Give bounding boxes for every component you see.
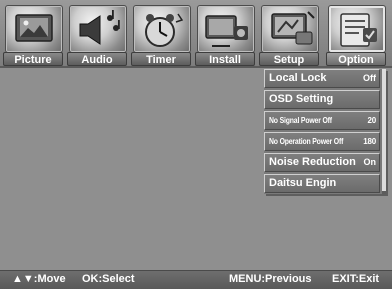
tab-audio[interactable]: Audio: [67, 5, 127, 66]
menu-item-daitsu-engin[interactable]: Daitsu Engin: [264, 174, 380, 193]
menu-item-no-signal-power-off[interactable]: No Signal Power Off 20: [264, 111, 380, 130]
hint-exit: EXIT:Exit: [332, 273, 380, 285]
menu-scrollbar[interactable]: [382, 69, 386, 194]
tv-osd-screen: Picture Audio Timer Install Setup Option…: [0, 0, 392, 289]
tab-label: Timer: [131, 52, 191, 66]
tab-label: Setup: [259, 52, 319, 66]
tab-option[interactable]: Option: [326, 5, 386, 66]
menu-item-value: Off: [363, 73, 376, 83]
scrollbar-thumb[interactable]: [382, 69, 386, 191]
menu-item-value: On: [363, 157, 377, 167]
hint-select: OK:Select: [82, 273, 135, 285]
menu-item-label: No Operation Power Off: [269, 137, 344, 146]
audio-icon: [69, 5, 127, 53]
option-icon: [328, 5, 386, 53]
tab-picture[interactable]: Picture: [3, 5, 63, 66]
tab-label: Picture: [3, 52, 63, 66]
main-menu-bar: Picture Audio Timer Install Setup Option: [0, 0, 392, 68]
hint-bar: ▲▼:Move OK:Select MENU:Previous EXIT:Exi…: [0, 270, 392, 289]
tab-timer[interactable]: Timer: [131, 5, 191, 66]
setup-icon: [261, 5, 319, 53]
tab-label: Install: [195, 52, 255, 66]
timer-icon: [133, 5, 191, 53]
hint-previous: MENU:Previous: [229, 273, 312, 285]
option-menu: Local Lock Off OSD Setting No Signal Pow…: [264, 69, 386, 194]
picture-icon: [5, 5, 63, 53]
menu-item-label: No Signal Power Off: [269, 116, 332, 125]
hint-move: ▲▼:Move: [12, 273, 66, 285]
menu-item-label: Noise Reduction: [269, 156, 356, 168]
tab-install[interactable]: Install: [195, 5, 255, 66]
menu-item-label: Local Lock: [269, 72, 327, 84]
menu-item-local-lock[interactable]: Local Lock Off: [264, 69, 380, 88]
menu-item-label: Daitsu Engin: [269, 177, 337, 189]
tab-label: Audio: [67, 52, 127, 66]
menu-item-osd-setting[interactable]: OSD Setting: [264, 90, 380, 109]
menu-item-value: 180: [363, 137, 376, 146]
install-icon: [197, 5, 255, 53]
menu-item-value: 20: [367, 116, 377, 125]
tab-setup[interactable]: Setup: [259, 5, 319, 66]
menu-item-noise-reduction[interactable]: Noise Reduction On: [264, 153, 380, 172]
menu-item-no-operation-power-off[interactable]: No Operation Power Off 180: [264, 132, 380, 151]
menu-item-label: OSD Setting: [269, 93, 334, 105]
tab-label: Option: [326, 52, 386, 66]
